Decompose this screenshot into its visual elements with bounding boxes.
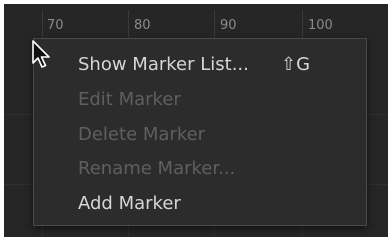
timeline-canvas[interactable]: 70 80 90 100 Show Marker List... ⇧G Edit… [4, 4, 388, 237]
menu-item-delete-marker: Delete Marker [78, 124, 206, 145]
ruler-tick-label: 100 [308, 18, 333, 33]
menu-item-add-marker[interactable]: Add Marker [78, 191, 181, 217]
arrow-pointer-icon [32, 40, 50, 68]
ruler-tick-label: 80 [134, 18, 151, 33]
timeline-ruler[interactable]: 70 80 90 100 [4, 4, 388, 42]
marker-context-menu: Show Marker List... ⇧G Edit Marker Delet… [33, 38, 367, 226]
ruler-tick-label: 70 [47, 18, 64, 33]
menu-item-show-marker-list[interactable]: Show Marker List... [78, 52, 249, 78]
menu-item-edit-marker: Edit Marker [78, 89, 181, 110]
menu-item-rename-marker: Rename Marker... [78, 158, 236, 179]
shortcut-show-marker-list: ⇧G [281, 54, 311, 75]
ruler-tick-label: 90 [220, 18, 237, 33]
